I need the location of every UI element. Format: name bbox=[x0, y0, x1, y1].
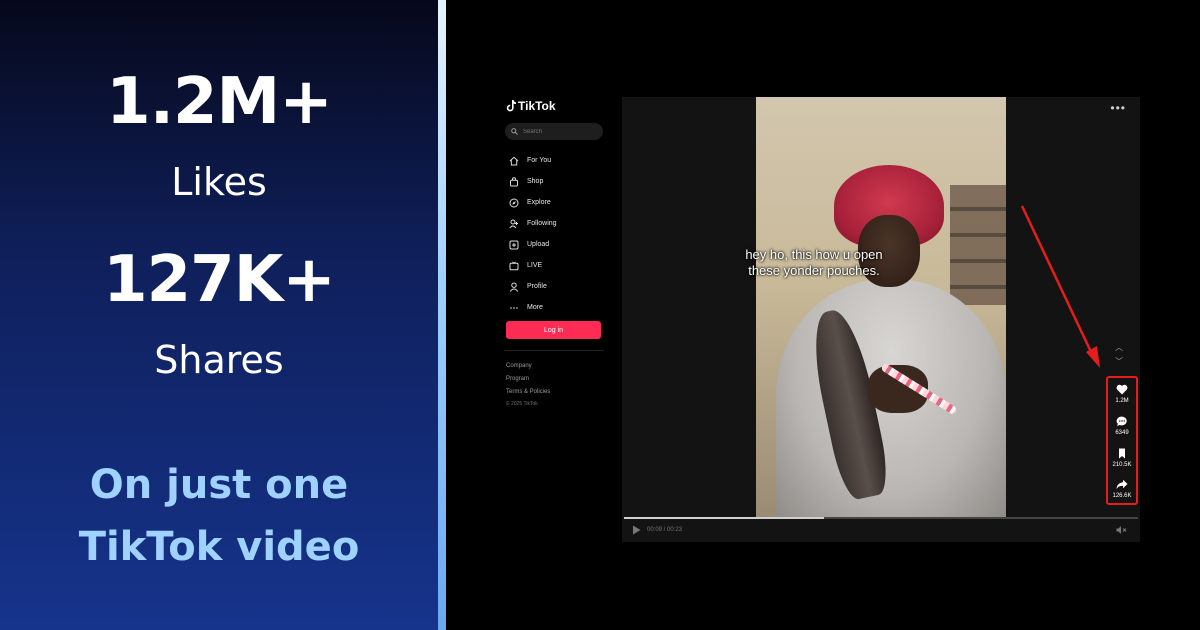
play-icon[interactable] bbox=[632, 525, 641, 535]
bookmark-icon bbox=[1119, 448, 1125, 459]
like-action[interactable]: 1.2M bbox=[1108, 384, 1136, 404]
time-display: 00:09 / 00:23 bbox=[647, 527, 683, 533]
sidebar-item-following[interactable]: Following bbox=[508, 213, 557, 234]
sidebar-separator bbox=[504, 350, 604, 351]
chevron-down-icon[interactable]: ﹀ bbox=[1113, 355, 1125, 369]
sidebar: TikTok For You Shop bbox=[498, 94, 614, 542]
sidebar-item-label: Shop bbox=[527, 178, 544, 185]
tiktok-logo-text: TikTok bbox=[518, 99, 556, 113]
sidebar-nav: For You Shop Explore Following Upload LI… bbox=[508, 150, 557, 318]
search-bar[interactable] bbox=[505, 123, 603, 140]
sidebar-item-explore[interactable]: Explore bbox=[508, 192, 557, 213]
sidebar-item-more[interactable]: More bbox=[508, 297, 557, 318]
caption-line2: these yonder pouches. bbox=[748, 263, 880, 278]
more-dots-icon bbox=[508, 302, 519, 313]
sidebar-item-live[interactable]: LIVE bbox=[508, 255, 557, 276]
chevron-up-icon[interactable]: ︿ bbox=[1113, 341, 1125, 355]
live-tv-icon bbox=[508, 260, 519, 271]
likes-value: 1.2M+ bbox=[106, 65, 333, 139]
shares-label: Shares bbox=[154, 338, 284, 382]
sidebar-item-label: More bbox=[527, 304, 543, 311]
person-add-icon bbox=[508, 218, 519, 229]
search-icon bbox=[511, 128, 518, 135]
sidebar-item-label: Following bbox=[527, 220, 557, 227]
video-player[interactable]: hey ho, this how u open these yonder pou… bbox=[622, 97, 1140, 542]
tagline-line2: TikTok video bbox=[78, 524, 360, 570]
more-options-icon[interactable]: ••• bbox=[1110, 101, 1126, 115]
player-controls: 00:09 / 00:23 bbox=[632, 525, 682, 535]
comment-count: 6349 bbox=[1115, 430, 1129, 436]
save-action[interactable]: 210.5K bbox=[1108, 448, 1136, 468]
video-nav-arrows: ︿ ﹀ bbox=[1113, 341, 1125, 369]
share-count: 126.6K bbox=[1112, 493, 1132, 499]
footer-link-company[interactable]: Company bbox=[506, 360, 550, 373]
comment-action[interactable]: 6349 bbox=[1108, 416, 1136, 436]
action-bar-highlight: 1.2M 6349 210.5K 126.6K bbox=[1106, 376, 1138, 505]
sidebar-item-label: For You bbox=[527, 157, 552, 164]
shopping-bag-icon bbox=[508, 176, 519, 187]
sidebar-item-label: Upload bbox=[527, 241, 550, 248]
home-icon bbox=[508, 155, 519, 166]
sidebar-footer: Company Program Terms & Policies © 2025 … bbox=[506, 360, 550, 409]
sidebar-item-upload[interactable]: Upload bbox=[508, 234, 557, 255]
shares-value: 127K+ bbox=[103, 243, 336, 317]
volume-muted-icon[interactable] bbox=[1116, 525, 1127, 535]
tagline-line1: On just one bbox=[89, 462, 349, 508]
sidebar-item-shop[interactable]: Shop bbox=[508, 171, 557, 192]
save-count: 210.5K bbox=[1112, 462, 1132, 468]
sidebar-item-for-you[interactable]: For You bbox=[508, 150, 557, 171]
compass-icon bbox=[508, 197, 519, 208]
login-button[interactable]: Log in bbox=[506, 321, 601, 339]
footer-link-terms[interactable]: Terms & Policies bbox=[506, 386, 550, 399]
likes-label: Likes bbox=[171, 160, 267, 204]
search-input[interactable] bbox=[523, 128, 593, 135]
video-caption: hey ho, this how u open these yonder pou… bbox=[622, 247, 1006, 279]
promo-panel: 1.2M+ Likes 127K+ Shares On just one Tik… bbox=[0, 0, 438, 630]
video-frame[interactable] bbox=[756, 97, 1006, 517]
progress-fill bbox=[624, 517, 825, 519]
wall-photos bbox=[950, 185, 1006, 305]
tiktok-logo[interactable]: TikTok bbox=[506, 99, 556, 113]
comment-icon bbox=[1116, 416, 1127, 427]
tiktok-note-icon bbox=[506, 100, 516, 112]
heart-icon bbox=[1116, 384, 1128, 395]
sidebar-item-label: Explore bbox=[527, 199, 551, 206]
sidebar-item-profile[interactable]: Profile bbox=[508, 276, 557, 297]
sidebar-item-label: LIVE bbox=[527, 262, 543, 269]
share-arrow-icon bbox=[1116, 479, 1128, 489]
footer-copyright: © 2025 TikTok bbox=[506, 401, 538, 407]
share-action[interactable]: 126.6K bbox=[1108, 479, 1136, 499]
like-count: 1.2M bbox=[1115, 398, 1129, 404]
person-icon bbox=[508, 281, 519, 292]
tiktok-screenshot: TikTok For You Shop bbox=[498, 94, 1140, 542]
progress-bar[interactable] bbox=[624, 517, 1138, 519]
footer-link-program[interactable]: Program bbox=[506, 373, 550, 386]
panel-divider bbox=[438, 0, 446, 630]
sidebar-item-label: Profile bbox=[527, 283, 547, 290]
upload-icon bbox=[508, 239, 519, 250]
caption-line1: hey ho, this how u open bbox=[745, 247, 883, 262]
